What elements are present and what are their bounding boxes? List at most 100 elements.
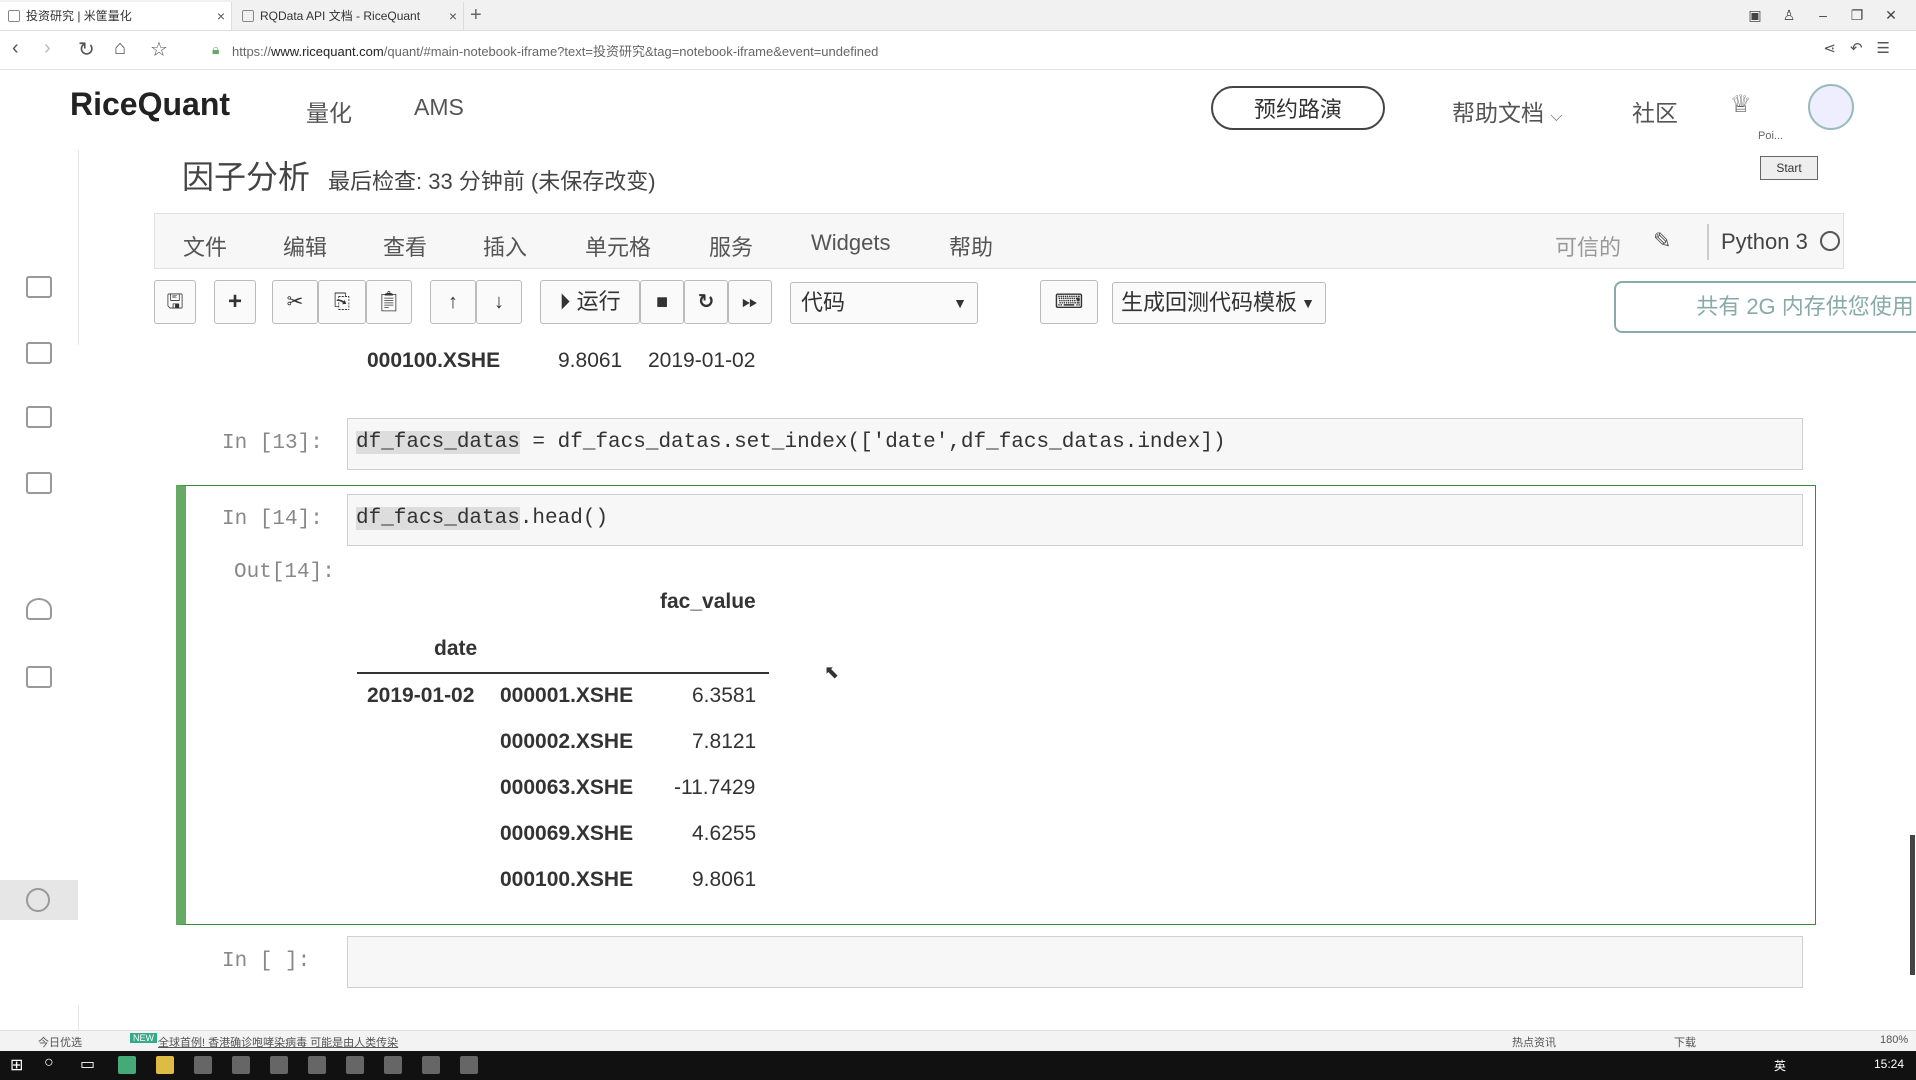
window-count-icon[interactable]: ▣ xyxy=(1738,2,1772,28)
document-icon[interactable] xyxy=(26,406,52,428)
start-button[interactable]: Start xyxy=(1760,156,1818,180)
menu-file[interactable]: 文件 xyxy=(183,230,227,262)
move-down-button[interactable]: ↓ xyxy=(476,280,522,324)
shirt-skin-icon[interactable]: ♙ xyxy=(1772,2,1806,28)
notebook-title[interactable]: 因子分析 xyxy=(182,152,310,198)
menu-cell[interactable]: 单元格 xyxy=(585,230,651,262)
nav-community[interactable]: 社区 xyxy=(1632,94,1678,128)
sidebar-expand-area[interactable] xyxy=(0,880,78,920)
task-view-icon[interactable]: ▭ xyxy=(80,1054,95,1074)
bar-chart-icon[interactable] xyxy=(26,666,52,688)
ricequant-logo[interactable]: RiceQuant xyxy=(70,86,230,123)
new-tab-button[interactable]: + xyxy=(470,2,482,28)
url-field[interactable]: https://www.ricequant.com/quant/#main-no… xyxy=(232,41,878,60)
input-language[interactable]: 英 xyxy=(1774,1057,1786,1074)
list-icon[interactable] xyxy=(26,342,52,364)
pencil-icon[interactable]: ✎ xyxy=(1653,228,1671,254)
browser-tab-research[interactable]: 投资研究 | 米筐量化 × xyxy=(0,2,232,30)
browser-tab-rqdata[interactable]: RQData API 文档 - RiceQuant × xyxy=(234,2,464,30)
hot-news-link[interactable]: 热点资讯 xyxy=(1512,1034,1556,1050)
notebook-menubar: 文件 编辑 查看 插入 单元格 服务 Widgets 帮助 可信的 ✎ Pyth… xyxy=(154,213,1844,269)
column-header: fac_value xyxy=(660,590,756,613)
restore-icon[interactable]: ❐ xyxy=(1840,2,1874,28)
trophy-icon[interactable] xyxy=(26,598,52,620)
keyboard-icon: ⌨ xyxy=(1054,291,1084,313)
arrow-down-icon: ↓ xyxy=(494,291,504,313)
row-value: 6.3581 xyxy=(692,684,757,707)
notebook-gutter xyxy=(78,345,146,1005)
home-icon[interactable]: ⌂ xyxy=(114,37,126,60)
menu-help[interactable]: 帮助 xyxy=(949,230,993,262)
code-variable: df_facs_datas xyxy=(356,431,520,454)
close-icon[interactable]: × xyxy=(449,2,457,30)
menu-edit[interactable]: 编辑 xyxy=(283,230,327,262)
kernel-status-icon xyxy=(1819,231,1840,251)
save-button[interactable]: 🖫︎ xyxy=(154,280,196,324)
move-up-button[interactable]: ↑ xyxy=(430,280,476,324)
nav-ams[interactable]: AMS xyxy=(414,94,464,121)
share-icon[interactable]: ⋖ xyxy=(1823,40,1850,57)
minimize-icon[interactable]: – xyxy=(1806,2,1840,28)
menu-view[interactable]: 查看 xyxy=(383,230,427,262)
star-icon[interactable]: ☆ xyxy=(150,37,168,62)
add-cell-button[interactable]: + xyxy=(214,280,256,324)
app-icon[interactable] xyxy=(460,1056,478,1074)
keyboard-shortcuts-button[interactable]: ⌨ xyxy=(1040,280,1098,324)
run-all-button[interactable]: ⏩︎ xyxy=(728,280,772,324)
zoom-level[interactable]: 180% xyxy=(1880,1034,1908,1046)
news-ticker[interactable]: 全球首例! 香港确诊咆哮染病毒 可能是由人类传染 xyxy=(158,1034,398,1050)
shirt-icon[interactable]: ♕ xyxy=(1730,90,1752,119)
interrupt-button[interactable]: ■ xyxy=(640,280,684,324)
avatar[interactable] xyxy=(1808,84,1854,130)
expand-icon[interactable] xyxy=(26,888,50,912)
today-picks-label[interactable]: 今日优选 xyxy=(38,1034,82,1050)
menu-icon[interactable]: ☰ xyxy=(1877,40,1904,57)
back-icon[interactable]: ‹ xyxy=(12,37,19,60)
app-icon[interactable] xyxy=(308,1056,326,1074)
windows-start-icon[interactable]: ⊞ xyxy=(10,1055,23,1075)
template-select[interactable]: 生成回测代码模板 ▼ xyxy=(1112,282,1326,324)
app-icon[interactable] xyxy=(270,1056,288,1074)
scrollbar-thumb[interactable] xyxy=(1910,835,1915,975)
restart-button[interactable]: ↻ xyxy=(684,280,728,324)
cut-button[interactable]: ✂ xyxy=(272,280,318,324)
code-cell-13[interactable]: df_facs_datas = df_facs_datas.set_index(… xyxy=(347,418,1803,470)
code-cell-14[interactable]: df_facs_datas.head() xyxy=(347,494,1803,546)
cell-type-select[interactable]: 代码 ▼ xyxy=(790,282,978,324)
chart-icon[interactable] xyxy=(26,472,52,494)
menu-widgets[interactable]: Widgets xyxy=(811,230,890,256)
monitor-icon[interactable] xyxy=(26,276,52,298)
address-bar-tools: ⋖↶☰ xyxy=(1823,39,1904,57)
reload-icon[interactable]: ↻ xyxy=(78,37,95,62)
undo-icon[interactable]: ↶ xyxy=(1850,40,1877,57)
run-button[interactable]: ⏵ 运行 xyxy=(540,280,640,324)
plus-icon: + xyxy=(227,288,242,315)
app-icon[interactable] xyxy=(422,1056,440,1074)
paste-button[interactable]: 📋︎ xyxy=(366,280,412,324)
close-icon[interactable]: × xyxy=(217,2,225,30)
downloads-link[interactable]: 下载 xyxy=(1674,1034,1696,1050)
stop-icon: ■ xyxy=(655,291,669,313)
folder-app-icon[interactable] xyxy=(156,1056,174,1074)
app-icon[interactable] xyxy=(232,1056,250,1074)
forward-icon[interactable]: › xyxy=(44,37,51,60)
close-window-icon[interactable]: ✕ xyxy=(1874,2,1908,28)
browser-app-icon[interactable] xyxy=(118,1056,136,1074)
row-code: 000001.XSHE xyxy=(500,684,634,707)
nav-help-docs[interactable]: 帮助文档 ⌵ xyxy=(1452,94,1563,128)
nav-quant[interactable]: 量化 xyxy=(306,94,352,128)
system-clock[interactable]: 15:24 xyxy=(1874,1057,1904,1071)
app-icon[interactable] xyxy=(346,1056,364,1074)
menu-kernel[interactable]: 服务 xyxy=(709,230,753,262)
app-icon[interactable] xyxy=(384,1056,402,1074)
trusted-indicator[interactable]: 可信的 xyxy=(1555,230,1621,262)
copy-button[interactable]: ⎘ xyxy=(318,280,366,324)
app-icon[interactable] xyxy=(194,1056,212,1074)
step-forward-icon: ⏵ xyxy=(559,289,571,314)
address-bar: ‹ › ↻ ⌂ ☆ 🔒︎ https://www.ricequant.com/q… xyxy=(0,31,1916,70)
menu-insert[interactable]: 插入 xyxy=(483,230,527,262)
search-icon[interactable]: ○ xyxy=(44,1054,54,1072)
code-cell-empty[interactable] xyxy=(347,936,1803,988)
book-demo-button[interactable]: 预约路演 xyxy=(1211,86,1385,130)
input-prompt-13: In [13]: xyxy=(222,432,323,455)
